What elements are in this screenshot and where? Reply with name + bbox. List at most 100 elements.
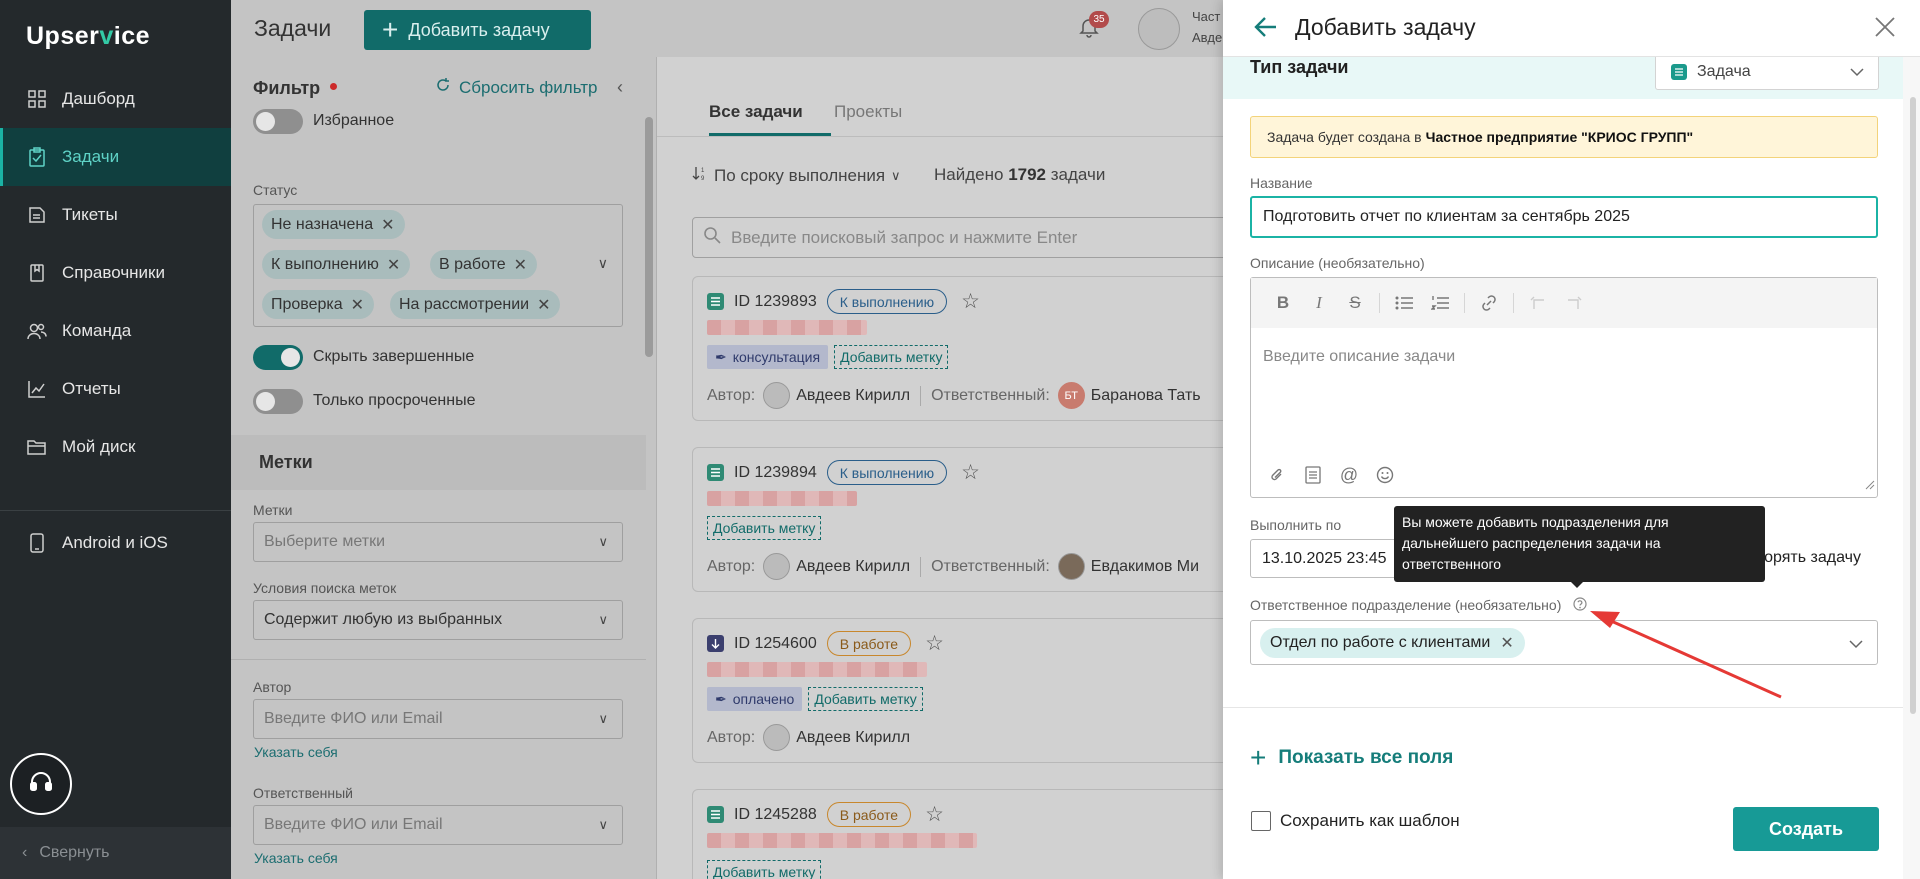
status-chip[interactable]: В работе ✕ [430, 250, 538, 279]
tag-condition-select[interactable]: Содержит любую из выбранных ∨ [253, 600, 623, 640]
bold-icon[interactable]: B [1271, 291, 1295, 315]
emoji-icon[interactable] [1373, 463, 1397, 487]
close-icon[interactable] [1873, 15, 1897, 44]
template-icon[interactable] [1301, 463, 1325, 487]
drawer-scrollbar[interactable] [1910, 97, 1916, 714]
status-chip[interactable]: На рассмотрении ✕ [390, 290, 561, 319]
notification-count-badge: 35 [1089, 11, 1109, 28]
department-chip[interactable]: Отдел по работе с клиентами ✕ [1260, 628, 1525, 658]
description-editor[interactable]: B I S Введите описание задачи @ [1250, 277, 1878, 498]
task-type-select[interactable]: Задача [1655, 53, 1879, 90]
author-name[interactable]: Авдеев Кирилл [796, 387, 910, 405]
add-tag-button[interactable]: Добавить метку [707, 860, 822, 879]
save-as-template-label[interactable]: Сохранить как шаблон [1280, 811, 1460, 831]
task-card[interactable]: ID 1239893 К выполнению ☆ ✒ консультация … [692, 276, 1232, 421]
add-tag-button[interactable]: Добавить метку [707, 516, 822, 540]
task-card[interactable]: ID 1239894 К выполнению ☆ Добавить метку… [692, 447, 1232, 592]
save-as-template-checkbox[interactable] [1251, 811, 1271, 831]
close-icon[interactable]: ✕ [381, 215, 394, 235]
bullet-list-icon[interactable] [1392, 291, 1416, 315]
user-avatar[interactable] [1138, 8, 1180, 50]
add-task-button[interactable]: + Добавить задачу [364, 10, 591, 50]
author-select[interactable]: Введите ФИО или Email ∨ [253, 699, 623, 739]
author-prefix: Автор: [707, 386, 756, 404]
status-chip[interactable]: Не назначена ✕ [262, 210, 405, 239]
task-type-icon [707, 635, 724, 652]
arrow-left-icon[interactable] [1253, 14, 1279, 45]
link-icon[interactable] [1477, 291, 1501, 315]
filter-title: Фильтр [253, 78, 321, 98]
mention-icon[interactable]: @ [1337, 463, 1361, 487]
strikethrough-icon[interactable]: S [1343, 291, 1367, 315]
collapse-filter-icon[interactable]: ‹ [617, 77, 623, 98]
hide-completed-toggle[interactable] [253, 345, 303, 370]
sort-dropdown[interactable]: 19 По сроку выполнения ∨ [692, 165, 901, 186]
user-info[interactable]: Част Авде [1192, 6, 1222, 48]
feather-icon: ✒ [715, 690, 727, 707]
add-tag-button[interactable]: Добавить метку [808, 687, 923, 711]
status-chip[interactable]: К выполнению ✕ [262, 250, 411, 279]
tags-select[interactable]: Выберите метки ∨ [253, 522, 623, 562]
sidebar-item-team[interactable]: Команда [0, 302, 231, 360]
redo-icon[interactable] [1562, 291, 1586, 315]
tab-all-tasks[interactable]: Все задачи [709, 102, 803, 122]
assignee-prefix: Ответственный: [931, 557, 1050, 575]
sidebar-item-directories[interactable]: Справочники [0, 244, 231, 302]
create-button[interactable]: Создать [1733, 807, 1879, 851]
task-search-input[interactable]: Введите поисковый запрос и нажмите Enter [692, 217, 1232, 258]
filter-scrollbar[interactable] [645, 117, 653, 357]
undo-icon[interactable] [1526, 291, 1550, 315]
author-self-link[interactable]: Указать себя [254, 744, 338, 760]
sidebar-item-mobile-apps[interactable]: Android и iOS [0, 514, 231, 572]
close-icon[interactable]: ✕ [1500, 633, 1513, 653]
collapse-sidebar-button[interactable]: ‹ Свернуть [0, 827, 231, 879]
sidebar-item-reports[interactable]: Отчеты [0, 360, 231, 418]
attachment-icon[interactable] [1265, 463, 1289, 487]
only-overdue-toggle[interactable] [253, 389, 303, 414]
star-icon[interactable]: ☆ [925, 802, 944, 827]
app-logo[interactable]: Upservice [26, 22, 150, 51]
chevron-down-icon[interactable]: ∨ [598, 255, 608, 272]
department-select[interactable]: Отдел по работе с клиентами ✕ [1250, 620, 1878, 665]
star-icon[interactable]: ☆ [961, 460, 980, 485]
task-card[interactable]: ID 1245288 В работе ☆ Добавить метку [692, 789, 1232, 879]
close-icon[interactable]: ✕ [537, 295, 550, 315]
numbered-list-icon[interactable] [1428, 291, 1452, 315]
status-multiselect[interactable]: Не назначена ✕ К выполнению ✕ В работе ✕ Пр… [253, 204, 623, 327]
close-icon[interactable]: ✕ [387, 255, 400, 275]
italic-icon[interactable]: I [1307, 291, 1331, 315]
task-name-input[interactable]: Подготовить отчет по клиентам за сентябр… [1250, 196, 1878, 238]
resize-handle-icon[interactable] [1865, 477, 1875, 495]
assignee-select[interactable]: Введите ФИО или Email ∨ [253, 805, 623, 845]
close-icon[interactable]: ✕ [351, 295, 364, 315]
assignee-name[interactable]: Баранова Тать [1091, 387, 1201, 405]
sidebar-item-my-disk[interactable]: Мой диск [0, 418, 231, 476]
task-card[interactable]: ID 1254600 В работе ☆ ✒ оплачено Добавить… [692, 618, 1232, 763]
redacted-title [707, 320, 867, 335]
reset-filter-link[interactable]: Сбросить фильтр [435, 77, 597, 98]
close-icon[interactable]: ✕ [514, 255, 527, 275]
question-circle-icon[interactable] [1573, 597, 1587, 616]
due-date-input[interactable]: 13.10.2025 23:45 [1250, 539, 1410, 578]
sidebar-item-tasks[interactable]: Задачи [0, 128, 231, 186]
tab-projects[interactable]: Проекты [834, 102, 902, 122]
favorites-toggle[interactable] [253, 109, 303, 134]
show-all-fields-button[interactable]: + Показать все поля [1250, 744, 1453, 772]
phone-icon [27, 533, 47, 553]
add-tag-button[interactable]: Добавить метку [834, 345, 949, 369]
support-headset-button[interactable] [10, 753, 72, 815]
task-id: ID 1239893 [734, 292, 817, 310]
author-name[interactable]: Авдеев Кирилл [796, 729, 910, 747]
star-icon[interactable]: ☆ [961, 289, 980, 314]
status-label: Статус [253, 182, 298, 198]
repeat-task-label[interactable]: торять задачу [1757, 549, 1861, 567]
assignee-name[interactable]: Евдакимов Ми [1091, 558, 1199, 576]
sort-icon: 19 [692, 165, 708, 186]
sidebar-item-tickets[interactable]: Тикеты [0, 186, 231, 244]
status-chip[interactable]: Проверка ✕ [262, 290, 375, 319]
star-icon[interactable]: ☆ [925, 631, 944, 656]
sidebar-item-dashboard[interactable]: Дашборд [0, 70, 231, 128]
add-task-label: Добавить задачу [408, 19, 550, 40]
author-name[interactable]: Авдеев Кирилл [796, 558, 910, 576]
assignee-self-link[interactable]: Указать себя [254, 850, 338, 866]
